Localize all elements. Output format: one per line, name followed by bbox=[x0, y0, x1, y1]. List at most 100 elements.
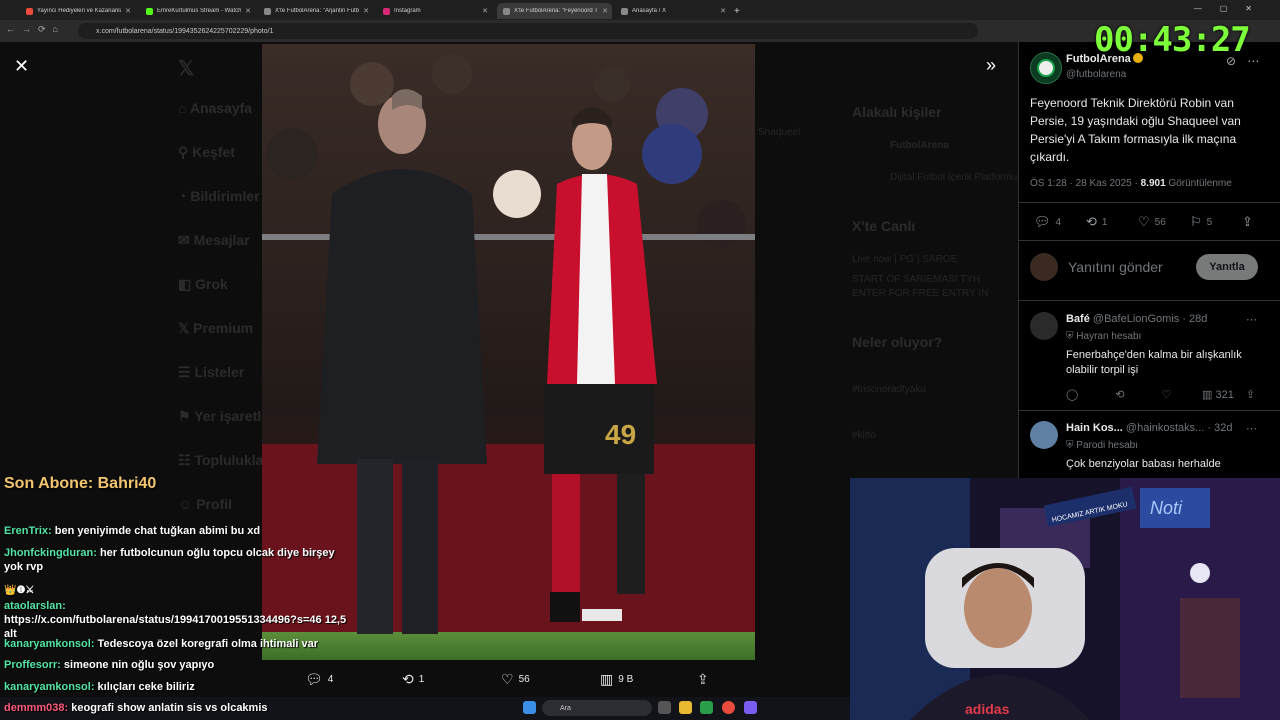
window-controls[interactable]: —▢✕ bbox=[1194, 4, 1270, 13]
browser-tab[interactable]: X'te FutbolArena: "Arjantin Futb ✕ bbox=[258, 3, 373, 19]
avatar[interactable] bbox=[1030, 52, 1062, 84]
close-icon[interactable]: ✕ bbox=[720, 7, 726, 15]
bg-live-line: START OF SARIEMASI TYH bbox=[852, 274, 981, 285]
avatar[interactable] bbox=[1030, 421, 1058, 449]
chart-icon: ▥ bbox=[600, 671, 614, 687]
heart-icon: ♡ bbox=[501, 671, 514, 687]
bg-trend: #trisonoradtyaku bbox=[852, 384, 926, 395]
chat-message: demmm038: keografi show anlatin sis vs o… bbox=[4, 702, 268, 714]
reply-icon: 💬︎ bbox=[1034, 214, 1051, 229]
close-icon[interactable]: ✕ bbox=[363, 7, 369, 15]
stream-timer: 00:43:27 bbox=[1094, 20, 1251, 60]
photo-share-button[interactable]: ⇪ bbox=[697, 671, 709, 688]
tab-favicon-icon bbox=[503, 7, 510, 15]
divider bbox=[1018, 240, 1280, 241]
football-logo-icon bbox=[1037, 59, 1055, 77]
collapse-panel-icon[interactable]: » bbox=[986, 55, 996, 76]
divider bbox=[1018, 300, 1280, 301]
chat-badges-icon: 👑❶⚔ bbox=[4, 585, 35, 596]
browser-tab[interactable]: EmreKurtulmus Stream - Watch ✕ bbox=[140, 3, 255, 19]
like-button[interactable]: ♡ 56 bbox=[1138, 214, 1166, 230]
bg-live-line: Live now | PG | SARGE bbox=[852, 254, 958, 265]
nav-buttons[interactable]: ←→⟳⌂ bbox=[6, 24, 65, 35]
nav-grok: ◧ Grok bbox=[178, 276, 228, 292]
nav-lists: ☰ Listeler bbox=[178, 364, 245, 380]
store-icon[interactable] bbox=[700, 701, 713, 714]
task-view-icon[interactable] bbox=[658, 701, 671, 714]
last-subscriber-label: Son Abone: Bahri40 bbox=[4, 475, 157, 492]
x-logo: 𝕏 bbox=[178, 58, 195, 80]
folder-icon[interactable] bbox=[679, 701, 692, 714]
chat-message: kanaryamkonsol: Tedescoya özel koregrafi… bbox=[4, 638, 319, 650]
share-icon[interactable]: ⇪ bbox=[1246, 388, 1255, 401]
browser-tab[interactable]: Instagram ✕ bbox=[377, 3, 492, 19]
reply-author[interactable]: Hain Kos... @hainkostaks... · 32d bbox=[1066, 422, 1232, 434]
chat-message: kanaryamkonsol: kılıçları ceke biliriz bbox=[4, 681, 195, 693]
more-options-icon[interactable]: ⋯ bbox=[1246, 422, 1257, 435]
divider bbox=[1018, 202, 1280, 203]
reply-text: Çok benziyolar babası herhalde bbox=[1066, 458, 1221, 470]
tab-favicon-icon bbox=[383, 7, 390, 15]
close-icon[interactable]: ✕ bbox=[482, 7, 488, 15]
bg-trend: #kitto bbox=[852, 430, 876, 441]
photo-retweet-button[interactable]: ⟲ 1 bbox=[402, 671, 424, 688]
photo-like-button[interactable]: ♡ 56 bbox=[501, 671, 530, 688]
photo-views-button[interactable]: ▥ 9 B bbox=[600, 671, 633, 688]
windows-start-icon[interactable] bbox=[523, 701, 536, 714]
browser-tab[interactable]: Yayıncı Hediyeleri ve Kazananlar ✕ bbox=[20, 3, 135, 19]
nav-home: ⌂ Anasayfa bbox=[178, 100, 253, 116]
close-icon[interactable]: ✕ bbox=[602, 7, 608, 15]
nav-explore: ⚲ Keşfet bbox=[178, 144, 235, 160]
heart-icon: ♡ bbox=[1138, 214, 1150, 229]
close-icon[interactable]: ✕ bbox=[125, 7, 131, 15]
reply-input[interactable]: Yanıtını gönder bbox=[1068, 259, 1163, 275]
reply-text: Fenerbahçe'den kalma bir alışkanlık olab… bbox=[1066, 349, 1242, 376]
chat-message: ErenTrix: ben yeniyimde chat tuğkan abim… bbox=[4, 525, 261, 537]
tweet-meta: ÖS 1:28 · 28 Kas 2025 · 8.901 Görüntülen… bbox=[1030, 178, 1232, 189]
who-to-follow-heading: Alakalı kişiler bbox=[852, 104, 942, 120]
tweet-author-handle[interactable]: @futbolarena bbox=[1066, 69, 1126, 80]
bookmark-button[interactable]: ⚐ 5 bbox=[1190, 214, 1212, 230]
svg-text:adidas: adidas bbox=[965, 701, 1010, 717]
new-tab-button[interactable]: + bbox=[734, 3, 748, 19]
account-badge: ⛨ Parodi hesabı bbox=[1066, 440, 1138, 451]
nav-communities: ☷ Topluluklar bbox=[178, 452, 269, 468]
nav-messages: ✉ Mesajlar bbox=[178, 232, 250, 248]
tab-favicon-icon bbox=[264, 7, 271, 15]
live-heading: X'te Canlı bbox=[852, 218, 916, 234]
retweet-button[interactable]: ⟲ 1 bbox=[1086, 214, 1107, 230]
nav-notifications: ◔ Bildirimler bbox=[178, 188, 260, 204]
more-options-icon[interactable]: ⋯ bbox=[1246, 313, 1257, 326]
tab-favicon-icon bbox=[26, 7, 33, 15]
tweet-text: Feyenoord Teknik Direktörü Robin van Per… bbox=[1030, 96, 1241, 164]
browser-tab[interactable]: Anasayfa / X ✕ bbox=[615, 3, 730, 19]
retweet-icon: ⟲ bbox=[1086, 214, 1097, 229]
nav-profile: ☺ Profil bbox=[178, 496, 232, 512]
chat-message: Jhonfckingduran: her futbolcunun oğlu to… bbox=[4, 547, 335, 573]
share-icon: ⇪ bbox=[697, 671, 709, 687]
discord-icon[interactable] bbox=[744, 701, 757, 714]
nav-premium: 𝕏 Premium bbox=[178, 320, 254, 336]
close-icon[interactable]: ✕ bbox=[14, 56, 29, 77]
reply-submit-button[interactable]: Yanıtla bbox=[1196, 254, 1258, 280]
taskbar-search[interactable]: Ara bbox=[542, 700, 652, 716]
account-badge: ⛨ Hayran hesabı bbox=[1066, 331, 1142, 342]
close-icon[interactable]: ✕ bbox=[245, 7, 251, 15]
url-field[interactable]: x.com/futbolarena/status/199435262422570… bbox=[78, 23, 978, 39]
browser-tab-active[interactable]: X'te FutbolArena: "Feyenoord T ✕ bbox=[497, 3, 612, 19]
whats-happening-heading: Neler oluyor? bbox=[852, 334, 943, 350]
chat-message: Proffesorr: simeone nin oğlu şov yapıyo bbox=[4, 659, 215, 671]
avatar[interactable] bbox=[1030, 312, 1058, 340]
tab-favicon-icon bbox=[621, 7, 628, 15]
bg-fa-name: FutbolArena bbox=[890, 140, 949, 151]
reply-button[interactable]: 💬︎ 4 bbox=[1034, 214, 1061, 230]
reply-actions[interactable]: ◯ ⟲ ♡ bbox=[1066, 388, 1172, 401]
views-count[interactable]: ▥ 321 bbox=[1202, 388, 1234, 401]
share-button[interactable]: ⇪ bbox=[1242, 214, 1253, 230]
chrome-icon[interactable] bbox=[722, 701, 735, 714]
share-icon: ⇪ bbox=[1242, 214, 1253, 229]
bg-shaqueel: Shaqueel bbox=[758, 127, 801, 138]
browser-tab-bar: Yayıncı Hediyeleri ve Kazananlar ✕ EmreKu… bbox=[0, 0, 1280, 20]
reply-author[interactable]: Bafé @BafeLionGomis · 28d bbox=[1066, 313, 1207, 325]
avatar bbox=[1030, 253, 1058, 281]
